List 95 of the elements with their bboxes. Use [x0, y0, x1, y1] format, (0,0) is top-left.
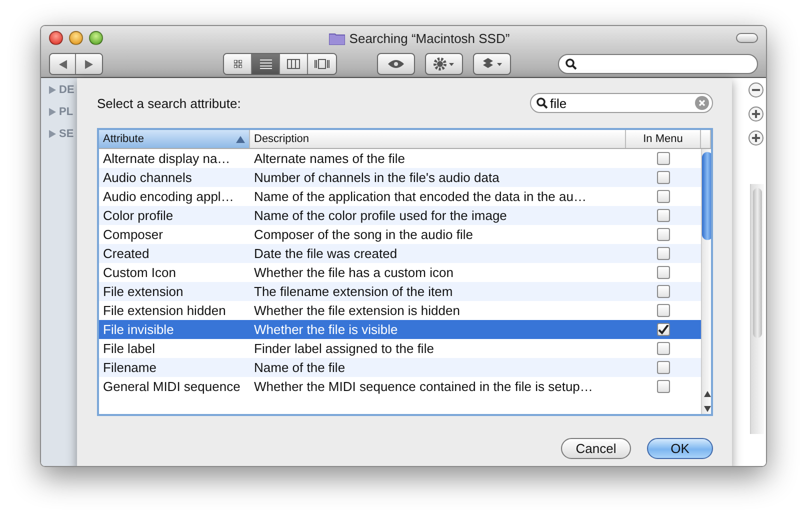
table-cell-text: Name of the application that encoded the data in the au…: [253, 189, 588, 204]
table-cell-text: File invisible: [102, 322, 175, 337]
checkbox[interactable]: [657, 209, 670, 222]
table-cell-text: Composer of the song in the audio file: [253, 227, 474, 242]
column-header[interactable]: Description: [250, 130, 626, 148]
table-cell-text: Alternate names of the file: [253, 151, 406, 166]
table-cell-text: File extension: [102, 284, 184, 299]
action-menu-button[interactable]: [425, 53, 463, 75]
disclosure-triangle-icon[interactable]: [49, 108, 56, 116]
list-icon: [260, 59, 272, 69]
table-cell-text: Whether the MIDI sequence contained in the file is setup…: [253, 379, 594, 394]
checkbox[interactable]: [657, 304, 670, 317]
checkbox[interactable]: [657, 342, 670, 355]
checkbox[interactable]: [657, 152, 670, 165]
table-cell-text: Custom Icon: [102, 265, 177, 280]
table-cell-text: Audio channels: [102, 170, 193, 185]
table-cell-text: Composer: [102, 227, 164, 242]
disclosure-triangle-icon[interactable]: [49, 86, 56, 94]
table-row[interactable]: Created Date the file was created: [99, 244, 701, 263]
cover-flow-icon: [314, 59, 330, 69]
back-arrow-icon: [58, 60, 66, 68]
clear-icon[interactable]: [695, 96, 709, 110]
icon-view-button[interactable]: [224, 54, 252, 74]
cover-flow-button[interactable]: [308, 54, 336, 74]
attribute-search-field[interactable]: file: [530, 93, 713, 113]
checkbox[interactable]: [657, 323, 670, 336]
table-cell-text: Color profile: [102, 208, 174, 223]
checkmark-icon: [658, 324, 669, 334]
table-row[interactable]: Audio channels Number of channels in the file's audio data: [99, 168, 701, 187]
close-button[interactable]: [49, 31, 63, 45]
list-view-button[interactable]: [252, 54, 280, 74]
forward-button[interactable]: [76, 54, 102, 74]
checkbox[interactable]: [657, 171, 670, 184]
add-icon[interactable]: [748, 106, 764, 122]
checkbox[interactable]: [657, 380, 670, 393]
eye-icon: [388, 59, 404, 69]
cancel-button[interactable]: Cancel: [561, 438, 631, 459]
table-row[interactable]: Color profile Name of the color profile used for the image: [99, 206, 701, 225]
table-row[interactable]: File extension The filename extension of the item: [99, 282, 701, 301]
column-header[interactable]: In Menu: [626, 130, 701, 148]
table-cell-text: Name of the file: [253, 360, 346, 375]
folder-icon: [329, 32, 346, 44]
table-cell-text: Name of the color profile used for the image: [253, 208, 508, 223]
table-cell-text: Number of channels in the file's audio data: [253, 170, 500, 185]
search-icon: [565, 58, 577, 70]
add-icon[interactable]: [748, 130, 764, 146]
table-cell-text: Filename: [102, 360, 158, 375]
grid-view-icon: [234, 60, 242, 68]
search-input[interactable]: file: [550, 96, 693, 110]
search-icon: [536, 97, 548, 109]
checkbox[interactable]: [657, 285, 670, 298]
box-icon: [481, 57, 503, 71]
dropbox-menu-button[interactable]: [473, 53, 511, 75]
table-cell-text: File extension hidden: [102, 303, 227, 318]
scroll-bar[interactable]: [750, 184, 764, 434]
table-cell-text: Alternate display na…: [102, 151, 232, 166]
window-title: Searching “Macintosh SSD”: [349, 30, 510, 46]
table-cell-text: Whether the file extension is hidden: [253, 303, 461, 318]
ok-button[interactable]: OK: [647, 438, 713, 459]
search-field[interactable]: [558, 54, 758, 74]
toolbar-toggle-button[interactable]: [736, 33, 758, 43]
columns-icon: [287, 59, 300, 69]
remove-icon[interactable]: [748, 82, 764, 98]
table-row[interactable]: File invisible Whether the file is visible: [99, 320, 701, 339]
checkbox[interactable]: [657, 361, 670, 374]
checkbox[interactable]: [657, 228, 670, 241]
back-button[interactable]: [50, 54, 76, 74]
zoom-button[interactable]: [89, 31, 103, 45]
sidebar-heading: PL: [59, 106, 74, 118]
column-header[interactable]: Attribute: [99, 130, 250, 148]
table-cell-text: File label: [102, 341, 156, 356]
minimize-button[interactable]: [69, 31, 83, 45]
disclosure-triangle-icon[interactable]: [49, 130, 56, 138]
scroll-bar[interactable]: [701, 149, 711, 414]
sheet-prompt: Select a search attribute:: [97, 96, 241, 110]
table-cell-text: Created: [102, 246, 150, 261]
column-view-button[interactable]: [280, 54, 308, 74]
checkbox[interactable]: [657, 190, 670, 203]
table-cell-text: Date the file was created: [253, 246, 398, 261]
table-cell-text: Audio encoding appl…: [102, 189, 235, 204]
table-cell-text: General MIDI sequence: [102, 379, 242, 394]
checkbox[interactable]: [657, 266, 670, 279]
forward-arrow-icon: [85, 60, 93, 68]
table-cell-text: The filename extension of the item: [253, 284, 454, 299]
table-cell-text: Whether the file is visible: [253, 322, 399, 337]
gear-icon: [433, 57, 455, 71]
sidebar-heading: SE: [59, 128, 74, 140]
checkbox[interactable]: [657, 247, 670, 260]
sidebar-heading: DE: [59, 84, 74, 96]
table-cell-text: Finder label assigned to the file: [253, 341, 435, 356]
scroll-arrows-icon[interactable]: [703, 390, 711, 414]
table-row[interactable]: Filename Name of the file: [99, 358, 701, 377]
quick-look-button[interactable]: [377, 53, 415, 75]
table-cell-text: Whether the file has a custom icon: [253, 265, 454, 280]
sort-arrow-icon: [236, 136, 245, 142]
